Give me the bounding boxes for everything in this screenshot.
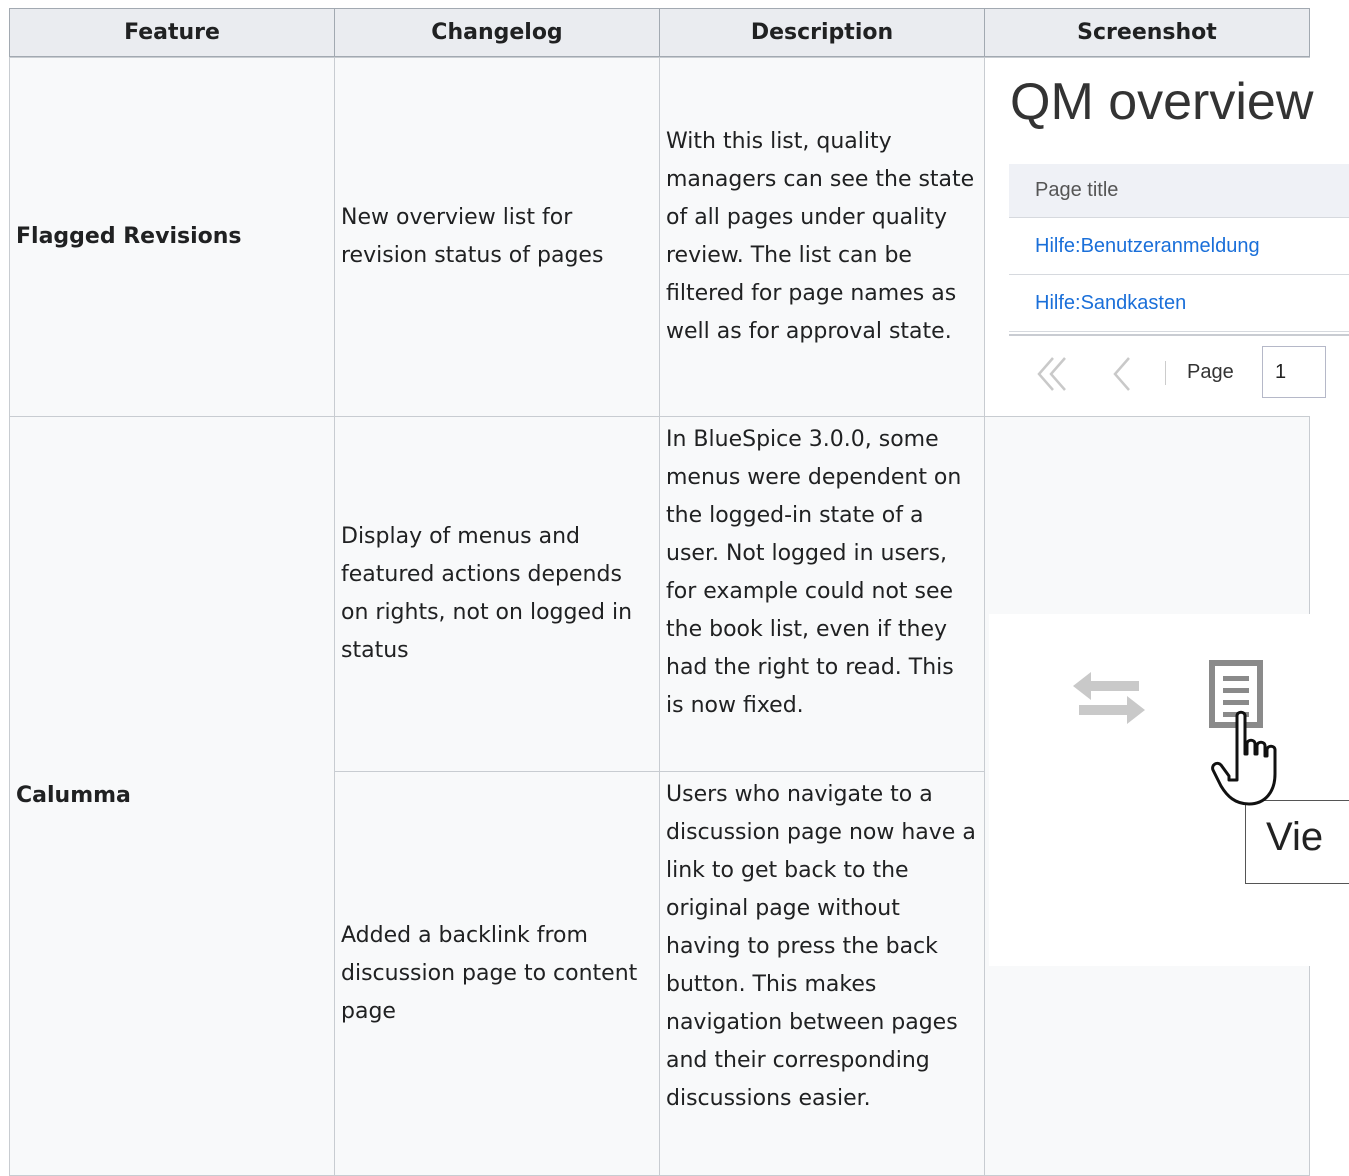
description-text: With this list, quality managers can see…	[666, 129, 975, 344]
qm-pager-divider	[1009, 334, 1349, 336]
header-feature: Feature	[9, 8, 335, 57]
description-cell: In BlueSpice 3.0.0, some menus were depe…	[659, 416, 985, 772]
header-description: Description	[659, 8, 985, 57]
tooltip: Vie	[1245, 800, 1349, 884]
qm-page-input: 1	[1262, 346, 1326, 398]
changelog-text: Added a backlink from discussion page to…	[341, 922, 638, 1024]
hand-cursor-icon	[1211, 710, 1277, 806]
qm-list-row: Hilfe:Benutzeranmeldung	[1009, 218, 1349, 275]
pager-separator	[1165, 361, 1166, 385]
changelog-cell: Display of menus and featured actions de…	[334, 416, 660, 772]
changelog-cell: New overview list for revision status of…	[334, 57, 660, 417]
swap-arrows-icon	[1073, 672, 1145, 724]
changelog-cell: Added a backlink from discussion page to…	[334, 771, 660, 1176]
qm-page-label: Page	[1187, 361, 1234, 383]
changelog-text: Display of menus and featured actions de…	[341, 524, 633, 663]
description-text: In BlueSpice 3.0.0, some menus were depe…	[666, 427, 962, 718]
description-cell: With this list, quality managers can see…	[659, 57, 985, 417]
qm-overview-screenshot: QM overview Page title Hilfe:Benutzeranm…	[985, 58, 1349, 416]
feature-name: Flagged Revisions	[16, 224, 242, 249]
qm-column-header: Page title	[1009, 164, 1349, 218]
description-cell: Users who navigate to a discussion page …	[659, 771, 985, 1176]
changelog-text: New overview list for revision status of…	[341, 205, 604, 268]
qm-page-link: Hilfe:Sandkasten	[1035, 292, 1187, 314]
feature-name: Calumma	[16, 783, 131, 808]
qm-page-link: Hilfe:Benutzeranmeldung	[1035, 235, 1260, 257]
previous-page-icon	[1113, 357, 1130, 391]
first-page-icon	[1037, 357, 1066, 391]
calumma-screenshot: Vie	[989, 614, 1349, 966]
feature-cell: Flagged Revisions	[9, 57, 335, 417]
qm-list-row: Hilfe:Sandkasten	[1009, 275, 1349, 332]
feature-cell: Calumma	[9, 416, 335, 1176]
header-changelog: Changelog	[334, 8, 660, 57]
qm-title: QM overview	[1010, 73, 1314, 131]
header-screenshot: Screenshot	[984, 8, 1310, 57]
qm-column-header-label: Page title	[1035, 179, 1119, 201]
description-text: Users who navigate to a discussion page …	[666, 782, 976, 1111]
tooltip-text: Vie	[1266, 815, 1324, 859]
